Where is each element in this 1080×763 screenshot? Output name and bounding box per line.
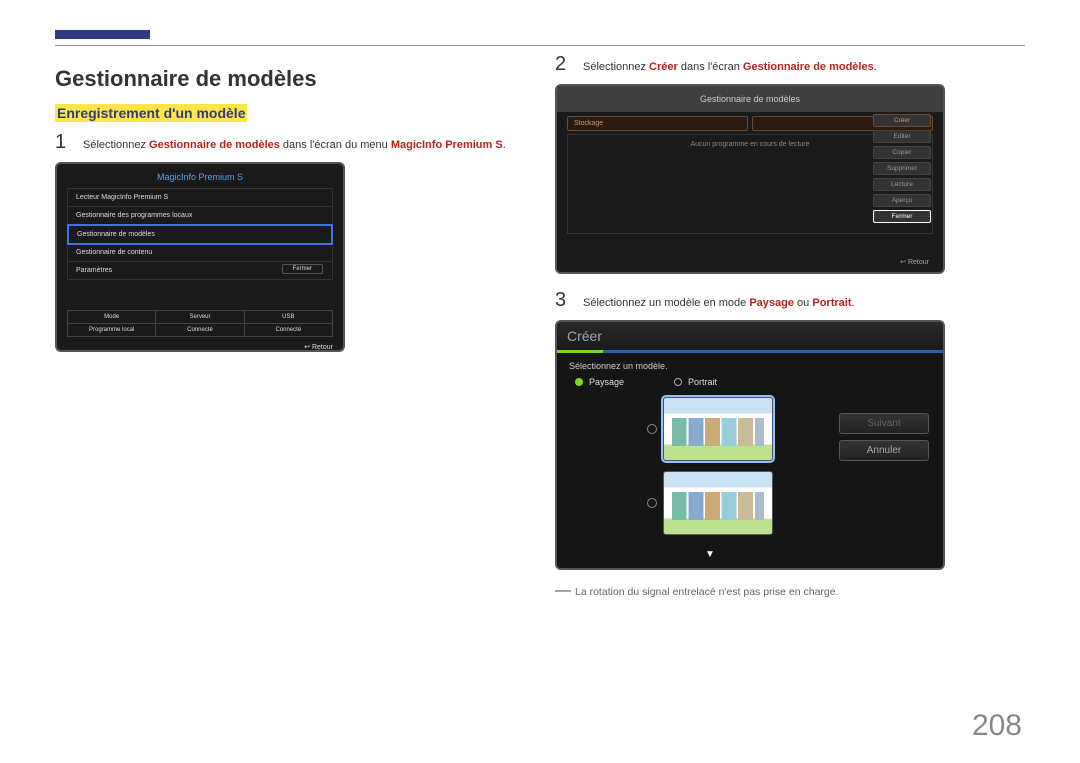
status-grid-values: Programme local Connecté Connecté	[67, 324, 333, 337]
orientation-radios: Paysage Portrait	[557, 373, 943, 391]
thumb-radio-icon[interactable]	[647, 498, 657, 508]
page-title: Gestionnaire de modèles	[55, 66, 525, 92]
preview-button[interactable]: Aperçu	[873, 194, 931, 207]
progress-line	[603, 350, 943, 353]
menu-title: MagicInfo Premium S	[67, 172, 333, 182]
step-2-text: Sélectionnez Créer dans l'écran Gestionn…	[583, 61, 877, 73]
copy-button[interactable]: Copier	[873, 146, 931, 159]
create-button[interactable]: Créer	[873, 114, 931, 127]
dash-icon: ―	[555, 582, 571, 599]
status-grid-header: Mode Serveur USB	[67, 310, 333, 324]
dialog-titlebar: Créer	[557, 322, 943, 353]
menu-item[interactable]: Lecteur MagicInfo Premium S	[68, 189, 332, 207]
template-thumbnails: ▼	[591, 397, 829, 560]
page-number: 208	[972, 709, 1022, 743]
menu-item-selected[interactable]: Gestionnaire de modèles	[67, 224, 333, 245]
left-column: Gestionnaire de modèles Enregistrement d…	[55, 54, 525, 600]
screenshot-create-dialog: Créer Sélectionnez un modèle. Paysage Po…	[555, 320, 945, 570]
side-actions: Créer Editer Copier Supprimer Lecture Ap…	[873, 114, 931, 223]
header-rule	[55, 30, 1025, 46]
page-subtitle: Enregistrement d'un modèle	[55, 104, 247, 122]
overlay-title: Gestionnaire de modèles	[557, 86, 943, 112]
menu-item[interactable]: Gestionnaire de contenu	[68, 244, 332, 262]
radio-selected-icon	[575, 378, 583, 386]
step-3: 3 Sélectionnez un modèle en mode Paysage…	[555, 290, 1025, 310]
screenshot-menu: MagicInfo Premium S Lecteur MagicInfo Pr…	[55, 162, 345, 352]
thumb-radio-icon[interactable]	[647, 424, 657, 434]
step-2: 2 Sélectionnez Créer dans l'écran Gestio…	[555, 54, 1025, 74]
play-button[interactable]: Lecture	[873, 178, 931, 191]
menu-item[interactable]: Gestionnaire des programmes locaux	[68, 207, 332, 225]
template-thumbnail-2[interactable]	[663, 471, 773, 535]
step-2-number: 2	[555, 54, 571, 74]
cancel-button[interactable]: Annuler	[839, 440, 929, 461]
radio-paysage[interactable]: Paysage	[575, 377, 624, 387]
template-thumbnail-1[interactable]	[663, 397, 773, 461]
tab-storage[interactable]: Stockage	[567, 116, 748, 131]
edit-button[interactable]: Editer	[873, 130, 931, 143]
radio-unselected-icon	[674, 378, 682, 386]
return-hint-2: ↩ Retour	[900, 258, 929, 266]
step-1-text: Sélectionnez Gestionnaire de modèles dan…	[83, 139, 506, 151]
scroll-down-icon[interactable]: ▼	[705, 549, 715, 560]
document-page: Gestionnaire de modèles Enregistrement d…	[0, 0, 1080, 600]
close-button[interactable]: Fermer	[282, 264, 323, 274]
right-column: 2 Sélectionnez Créer dans l'écran Gestio…	[555, 54, 1025, 600]
return-hint: ↩ Retour	[67, 343, 333, 351]
step-3-text: Sélectionnez un modèle en mode Paysage o…	[583, 297, 855, 309]
dialog-title: Créer	[567, 328, 602, 344]
accent-block	[55, 30, 150, 39]
screenshot-template-manager: Gestionnaire de modèles Stockage Mémoire…	[555, 84, 945, 274]
step-1-number: 1	[55, 132, 71, 152]
step-1: 1 Sélectionnez Gestionnaire de modèles d…	[55, 132, 525, 152]
radio-portrait[interactable]: Portrait	[674, 377, 717, 387]
delete-button[interactable]: Supprimer	[873, 162, 931, 175]
footnote: ―La rotation du signal entrelacé n'est p…	[555, 582, 1025, 600]
step-3-number: 3	[555, 290, 571, 310]
dialog-subtitle: Sélectionnez un modèle.	[557, 353, 943, 373]
close-button-2[interactable]: Fermer	[873, 210, 931, 223]
next-button[interactable]: Suivant	[839, 413, 929, 434]
